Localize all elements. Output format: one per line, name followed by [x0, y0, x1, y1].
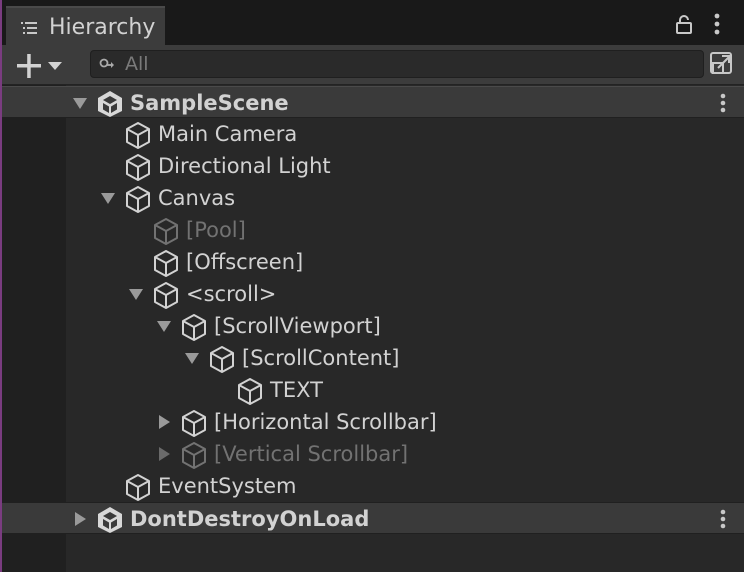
- scene-row[interactable]: DontDestroyOnLoad: [2, 502, 744, 534]
- gameobject-cube-icon: [124, 153, 152, 181]
- scene-row[interactable]: SampleScene: [2, 86, 744, 118]
- expand-arrow-open-icon[interactable]: [70, 87, 90, 119]
- object-name: [ScrollViewport]: [214, 314, 381, 338]
- expand-arrow-open-icon[interactable]: [182, 342, 202, 374]
- gameobject-cube-icon: [124, 121, 152, 149]
- object-name: [Vertical Scrollbar]: [214, 442, 409, 466]
- search-field[interactable]: [90, 50, 704, 78]
- object-name: [Horizontal Scrollbar]: [214, 410, 437, 434]
- expand-arrow-closed-icon[interactable]: [154, 406, 174, 438]
- scene-name: SampleScene: [130, 91, 289, 115]
- object-name: Directional Light: [158, 154, 331, 178]
- hierarchy-row[interactable]: Directional Light: [2, 150, 744, 182]
- object-name: Canvas: [158, 186, 236, 210]
- hierarchy-row[interactable]: [Offscreen]: [2, 246, 744, 278]
- hierarchy-row[interactable]: [Vertical Scrollbar]: [2, 438, 744, 470]
- search-input[interactable]: [125, 52, 685, 76]
- gameobject-cube-icon: [180, 441, 208, 469]
- tab-title: Hierarchy: [49, 15, 156, 40]
- expand-arrow-closed-icon[interactable]: [154, 438, 174, 470]
- hierarchy-row[interactable]: [Horizontal Scrollbar]: [2, 406, 744, 438]
- add-object-dropdown-button[interactable]: [14, 51, 70, 79]
- hierarchy-row[interactable]: [Pool]: [2, 214, 744, 246]
- expand-arrow-open-icon[interactable]: [98, 182, 118, 214]
- hierarchy-row[interactable]: Canvas: [2, 182, 744, 214]
- scene-name: DontDestroyOnLoad: [130, 507, 370, 531]
- hierarchy-row[interactable]: [ScrollContent]: [2, 342, 744, 374]
- search-icon: [99, 58, 114, 68]
- gameobject-cube-icon: [152, 281, 180, 309]
- unity-scene-icon: [96, 90, 124, 118]
- gameobject-cube-icon: [124, 185, 152, 213]
- gameobject-cube-icon: [152, 249, 180, 277]
- gameobject-cube-icon: [124, 473, 152, 501]
- tab-menu-kebab-icon[interactable]: [714, 13, 720, 35]
- gameobject-cube-icon: [236, 377, 264, 405]
- hierarchy-list-icon: [21, 22, 37, 34]
- hierarchy-row[interactable]: <scroll>: [2, 278, 744, 310]
- object-name: <scroll>: [186, 282, 277, 306]
- plus-icon: [17, 54, 41, 78]
- object-name: [ScrollContent]: [242, 346, 400, 370]
- hierarchy-toolbar: [2, 45, 744, 85]
- chevron-down-icon: [48, 62, 62, 70]
- scene-menu-kebab-icon[interactable]: [720, 93, 726, 113]
- gameobject-cube-icon: [152, 217, 180, 245]
- hierarchy-row[interactable]: [ScrollViewport]: [2, 310, 744, 342]
- object-name: EventSystem: [158, 474, 297, 498]
- gameobject-cube-icon: [208, 345, 236, 373]
- lock-icon[interactable]: [675, 14, 693, 34]
- scene-pick-button[interactable]: [707, 50, 737, 78]
- gameobject-cube-icon: [180, 409, 208, 437]
- expand-arrow-open-icon[interactable]: [126, 278, 146, 310]
- expand-arrow-closed-icon[interactable]: [70, 503, 90, 535]
- scene-pick-icon: [710, 52, 732, 74]
- expand-arrow-open-icon[interactable]: [154, 310, 174, 342]
- unity-scene-icon: [96, 506, 124, 534]
- object-name: [Offscreen]: [186, 250, 304, 274]
- hierarchy-row[interactable]: Main Camera: [2, 118, 744, 150]
- hierarchy-row[interactable]: EventSystem: [2, 470, 744, 502]
- tab-hierarchy[interactable]: Hierarchy: [6, 6, 165, 45]
- object-name: TEXT: [270, 378, 323, 402]
- gameobject-cube-icon: [180, 313, 208, 341]
- object-name: [Pool]: [186, 218, 246, 242]
- scene-menu-kebab-icon[interactable]: [720, 509, 726, 529]
- hierarchy-row[interactable]: TEXT: [2, 374, 744, 406]
- object-name: Main Camera: [158, 122, 298, 146]
- tab-bar: Hierarchy: [2, 0, 744, 45]
